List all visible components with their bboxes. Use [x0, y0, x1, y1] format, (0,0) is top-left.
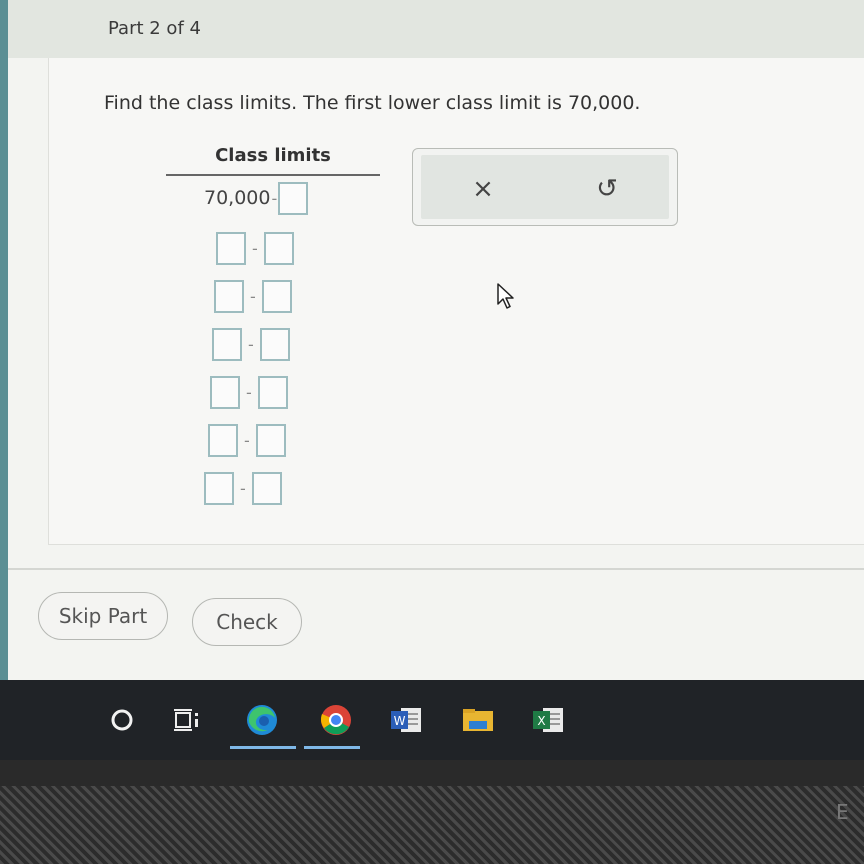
class-row-1: 70,000 - — [204, 178, 309, 218]
upper-limit-input-2[interactable] — [263, 231, 294, 265]
excel-app-icon[interactable]: X — [528, 700, 568, 740]
edge-letter: E — [836, 800, 849, 824]
first-lower-limit: 70,000 — [204, 187, 271, 209]
class-row-6: - — [208, 420, 286, 460]
word-app-icon[interactable]: W — [386, 700, 426, 740]
dash: - — [244, 430, 250, 450]
dash: - — [250, 286, 256, 306]
file-explorer-icon[interactable] — [458, 700, 498, 740]
chrome-active-indicator — [304, 746, 360, 749]
lower-limit-input-2[interactable] — [216, 231, 246, 265]
dash: - — [271, 188, 278, 208]
dash: - — [246, 382, 252, 402]
svg-text:X: X — [537, 714, 545, 728]
search-circle-icon[interactable] — [102, 700, 142, 740]
part-label: Part 2 of 4 — [108, 18, 201, 39]
lower-limit-input-5[interactable] — [210, 375, 240, 409]
page-content: Part 2 of 4 Find the class limits. The f… — [8, 0, 864, 690]
footer-divider — [8, 568, 864, 570]
class-row-5: - — [210, 372, 288, 412]
class-row-2: - — [216, 228, 294, 268]
upper-limit-input-4[interactable] — [259, 327, 290, 361]
edge-browser-icon[interactable] — [242, 700, 282, 740]
table-heading: Class limits — [215, 145, 331, 166]
check-button[interactable]: Check — [192, 598, 302, 646]
chrome-browser-icon[interactable] — [316, 700, 356, 740]
answer-tools-panel: × ↺ — [412, 148, 678, 226]
monitor-bezel — [0, 760, 864, 786]
upper-limit-input-3[interactable] — [261, 279, 292, 313]
lower-limit-input-4[interactable] — [212, 327, 242, 361]
undo-icon[interactable]: ↺ — [587, 169, 627, 209]
part-header: Part 2 of 4 — [8, 0, 864, 58]
upper-limit-input-1[interactable] — [278, 181, 309, 215]
table-header-rule — [166, 174, 380, 176]
upper-limit-input-7[interactable] — [251, 471, 282, 505]
windows-taskbar: W X — [0, 680, 864, 760]
lower-limit-input-3[interactable] — [214, 279, 244, 313]
question-card — [48, 58, 864, 545]
skip-part-button[interactable]: Skip Part — [38, 592, 168, 640]
screen: Part 2 of 4 Find the class limits. The f… — [0, 0, 864, 760]
mouse-cursor-icon — [497, 283, 514, 309]
dash: - — [248, 334, 254, 354]
answer-tools-inner: × ↺ — [421, 155, 669, 219]
upper-limit-input-6[interactable] — [255, 423, 286, 457]
class-row-4: - — [212, 324, 290, 364]
task-view-icon[interactable] — [168, 700, 208, 740]
dash: - — [252, 238, 258, 258]
edge-active-indicator — [230, 746, 296, 749]
upper-limit-input-5[interactable] — [257, 375, 288, 409]
question-text: Find the class limits. The first lower c… — [104, 92, 641, 114]
lower-limit-input-7[interactable] — [204, 471, 234, 505]
clear-icon[interactable]: × — [463, 169, 503, 209]
dash: - — [240, 478, 246, 498]
class-row-3: - — [214, 276, 292, 316]
svg-text:W: W — [394, 714, 406, 728]
class-row-7: - — [204, 468, 282, 508]
lower-limit-input-6[interactable] — [208, 423, 238, 457]
keyboard-texture — [0, 786, 864, 864]
